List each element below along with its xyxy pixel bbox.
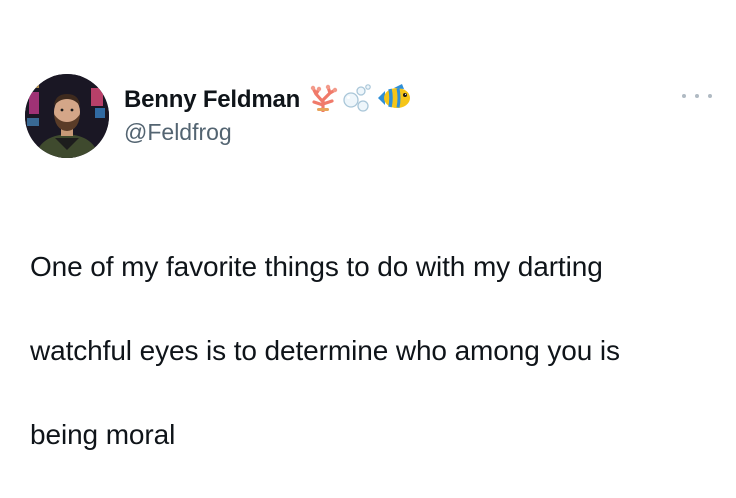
ellipsis-dot [708, 94, 712, 98]
tweet-text: One of my favorite things to do with my … [30, 204, 710, 498]
avatar-photo [25, 74, 109, 158]
ellipsis-dot [695, 94, 699, 98]
author-name-row: Benny Feldman [124, 83, 412, 118]
author-handle[interactable]: @Feldfrog [124, 118, 232, 146]
tweet-text-line: watchful eyes is to determine who among … [30, 335, 620, 366]
author-display-name[interactable]: Benny Feldman [124, 85, 300, 115]
coral-icon [308, 84, 338, 117]
ellipsis-icon[interactable] [682, 86, 712, 106]
name-emojis [308, 83, 412, 118]
ellipsis-dot [682, 94, 686, 98]
tweet-card: Benny Feldman @Feldfrog One of my favori… [0, 0, 736, 450]
tropical-fish-icon [376, 83, 412, 117]
tweet-text-line: being moral [30, 419, 176, 450]
bubbles-icon [342, 83, 372, 118]
avatar[interactable] [25, 74, 109, 158]
tweet-text-line: One of my favorite things to do with my … [30, 251, 603, 282]
